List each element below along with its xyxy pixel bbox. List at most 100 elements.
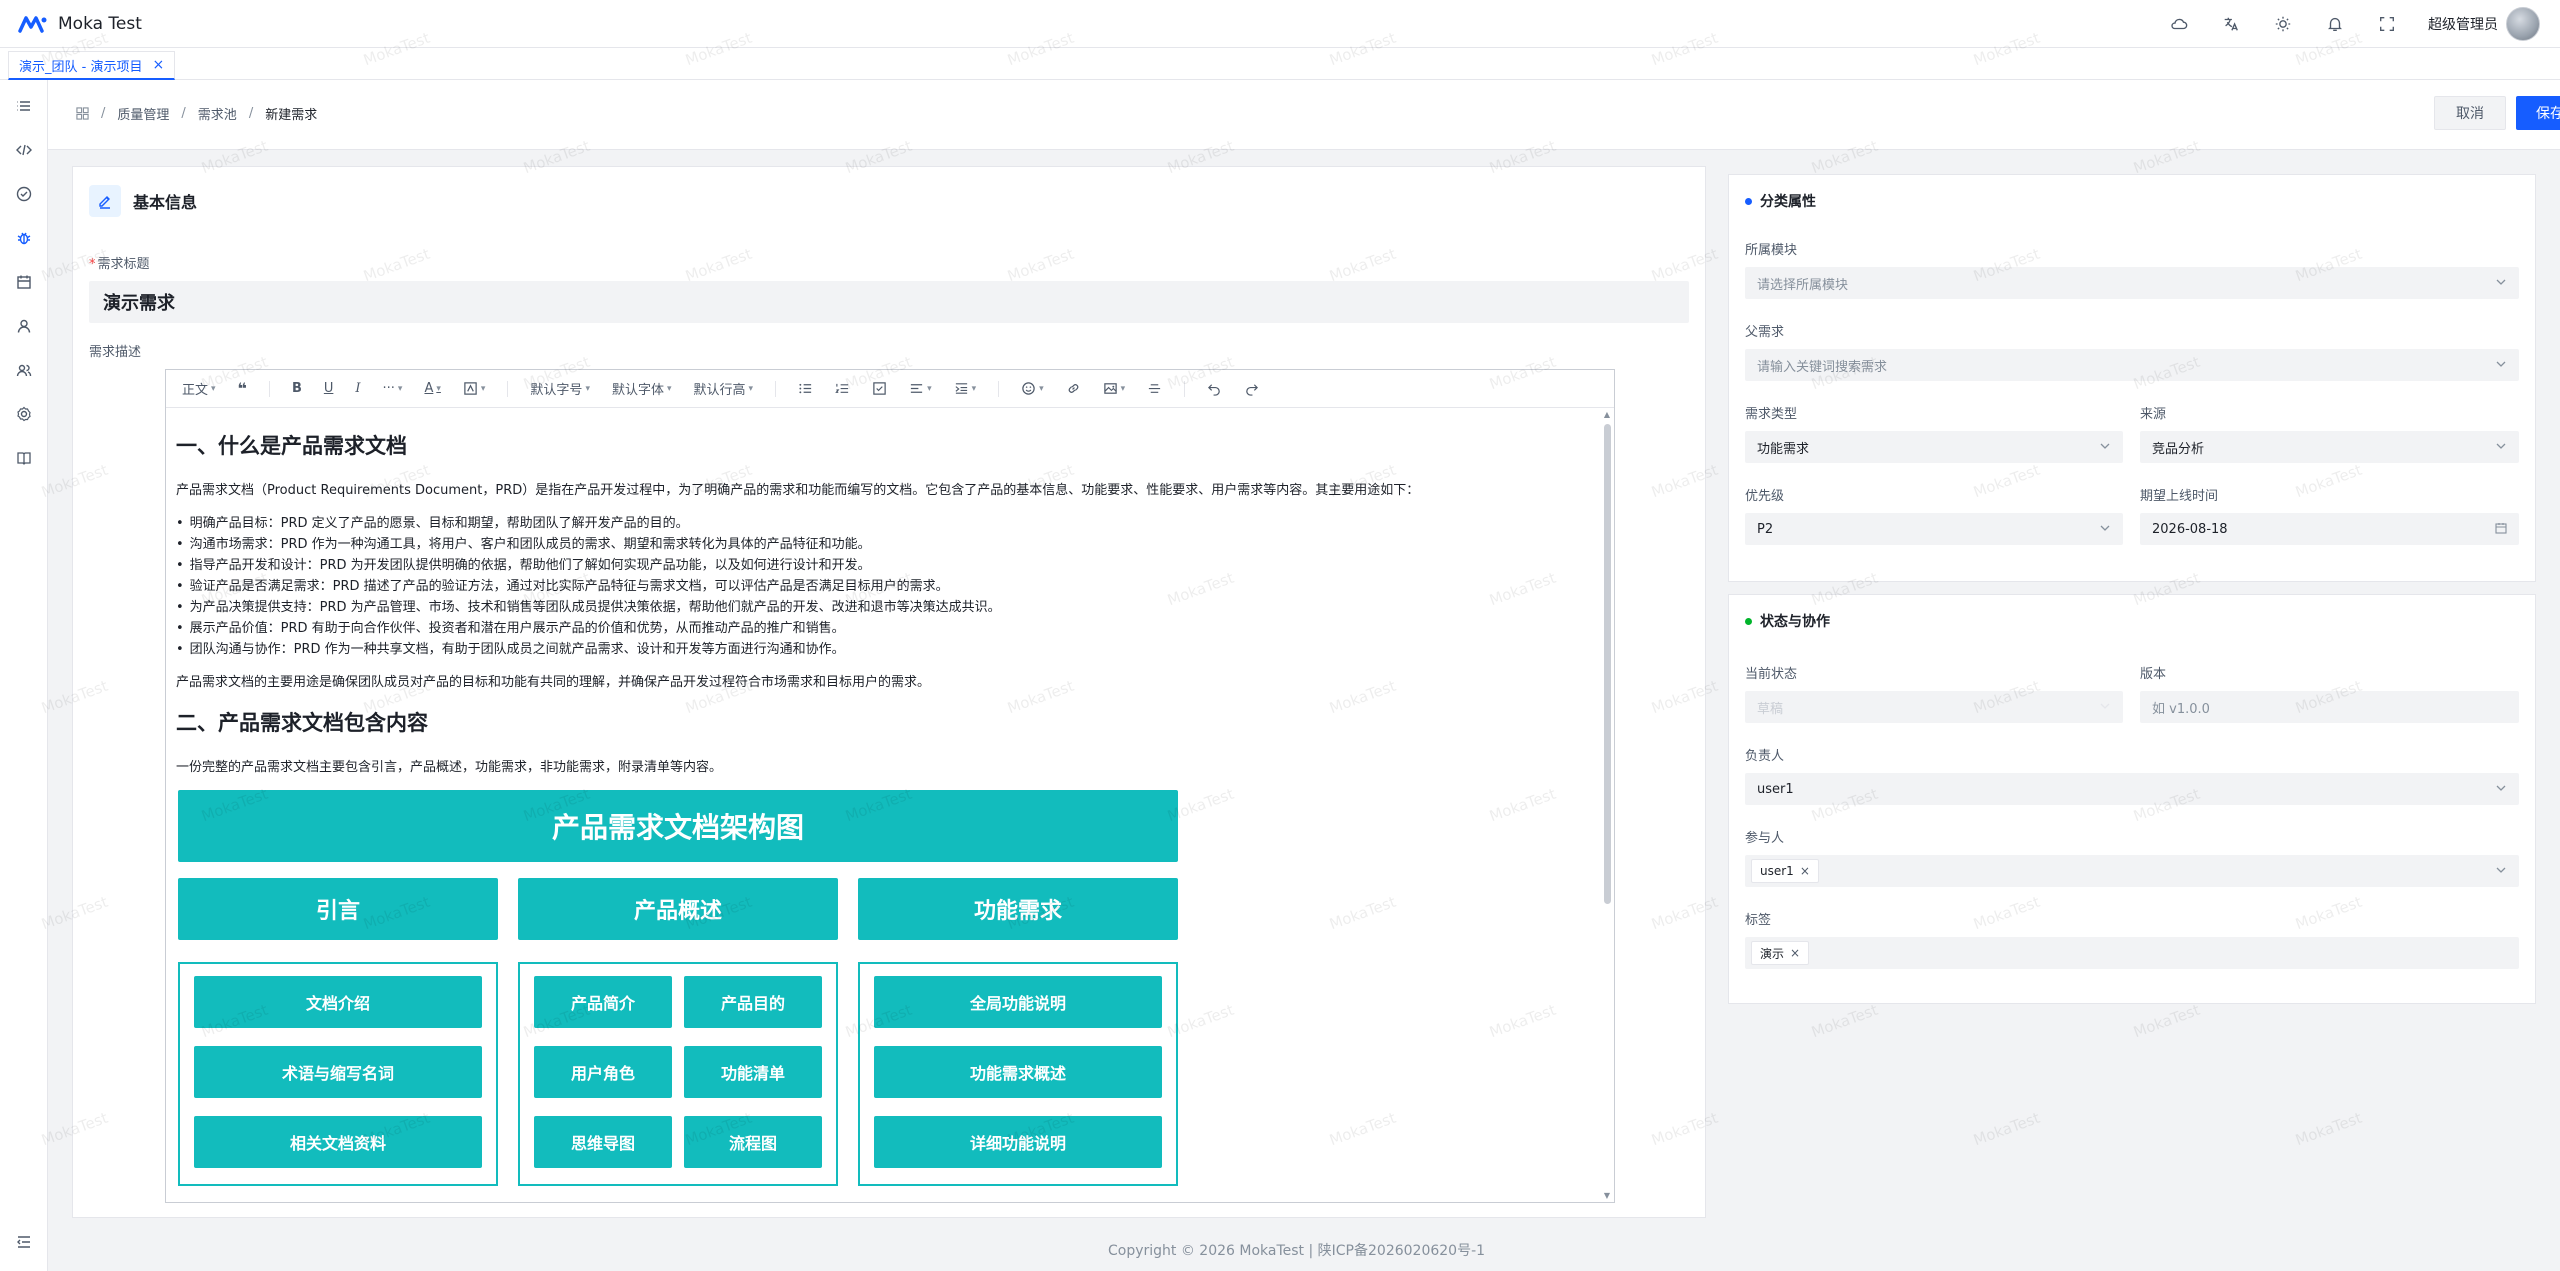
arch-category-intro: 引言 [178, 878, 498, 940]
underline-icon[interactable]: U [324, 381, 334, 396]
arch-item: 文档介绍 [194, 976, 482, 1028]
more-icon[interactable]: ··· ▾ [383, 381, 403, 396]
save-button[interactable]: 保存 [2516, 96, 2560, 130]
doc-heading-2: 二、产品需求文档包含内容 [176, 711, 428, 735]
indent-icon[interactable]: ▾ [954, 381, 976, 396]
image-icon[interactable]: ▾ [1103, 381, 1125, 396]
participants-select[interactable]: user1 × [1745, 855, 2519, 887]
arch-title: 产品需求文档架构图 [178, 790, 1178, 862]
arch-group-functions: 全局功能说明 功能需求概述 详细功能说明 [858, 962, 1178, 1186]
date-label: 期望上线时间 [2140, 489, 2219, 504]
collapse-menu-icon[interactable] [14, 1232, 34, 1252]
bold-icon[interactable]: B [292, 381, 302, 396]
divider-icon[interactable] [1147, 381, 1162, 396]
book-icon[interactable] [14, 448, 34, 468]
numbered-list-icon[interactable] [835, 381, 850, 396]
module-label: 所属模块 [1745, 243, 1798, 258]
architecture-diagram: 产品需求文档架构图 引言 产品概述 功能需求 文档介绍 术语与缩写名词 相关文档… [178, 790, 1182, 1194]
calendar-icon [2495, 522, 2507, 534]
paragraph-select[interactable]: 正文 ▾ [182, 379, 216, 398]
bell-icon[interactable] [2324, 13, 2346, 35]
source-select[interactable]: 竞品分析 [2140, 431, 2519, 463]
theme-sun-icon[interactable] [2272, 13, 2294, 35]
list-item: 沟通市场需求：PRD 作为一种沟通工具，将用户、客户和团队成员的需求、期望和需求… [176, 534, 1586, 555]
edit-icon [89, 185, 121, 217]
arch-category-functions: 功能需求 [858, 878, 1178, 940]
scroll-thumb[interactable] [1604, 424, 1611, 904]
breadcrumb: / 质量管理 / 需求池 / 新建需求 [76, 104, 317, 123]
check-circle-icon[interactable] [14, 184, 34, 204]
breadcrumb-item-pool[interactable]: 需求池 [198, 104, 237, 123]
app-logo[interactable]: Moka Test [18, 14, 142, 34]
close-icon[interactable]: × [1800, 864, 1810, 878]
source-label: 来源 [2140, 407, 2167, 422]
link-icon[interactable] [1066, 381, 1081, 396]
editor-content[interactable]: 一、什么是产品需求文档 产品需求文档（Product Requirements … [176, 408, 1586, 1202]
tab-demo-project[interactable]: 演示_团队 - 演示项目 × [8, 51, 176, 80]
user-icon[interactable] [14, 316, 34, 336]
version-input[interactable]: 如 v1.0.0 [2140, 691, 2519, 723]
scroll-up-icon[interactable]: ▲ [1602, 410, 1612, 419]
module-select[interactable]: 请选择所属模块 [1745, 267, 2519, 299]
bug-icon[interactable] [14, 228, 34, 248]
line-height-select[interactable]: 默认行高 ▾ [694, 379, 754, 398]
parent-search-select[interactable]: 请输入关键词搜索需求 [1745, 349, 2519, 381]
watermark-text: MokaTest [1971, 1108, 2043, 1150]
doc-paragraph: 一份完整的产品需求文档主要包含引言，产品概述，功能需求，非功能需求，附录清单等内… [176, 760, 723, 775]
tags-input[interactable]: 演示 × [1745, 937, 2519, 969]
list-item: 团队沟通与协作：PRD 作为一种共享文档，有助于团队成员之间就产品需求、设计和开… [176, 639, 1586, 660]
date-picker[interactable]: 2026-08-18 [2140, 513, 2519, 545]
avatar[interactable] [2506, 7, 2540, 41]
settings-icon[interactable] [14, 404, 34, 424]
req-title-label: * 需求标题 [89, 257, 150, 272]
chevron-down-icon [2495, 864, 2507, 876]
bullet-list-icon[interactable] [798, 381, 813, 396]
basic-info-panel: 基本信息 * 需求标题 演示需求 需求描述 正文 ▾ ❝ B U I ··· ▾ A ▾… [72, 166, 1706, 1218]
cancel-button[interactable]: 取消 [2434, 96, 2506, 130]
bg-color-icon[interactable]: ▾ [463, 381, 485, 396]
font-color-icon[interactable]: A ▾ [424, 381, 440, 396]
align-icon[interactable]: ▾ [909, 381, 932, 396]
todo-list-icon[interactable] [872, 381, 887, 396]
close-icon[interactable]: × [1790, 946, 1800, 960]
italic-icon[interactable]: I [355, 381, 360, 396]
arch-item: 相关文档资料 [194, 1116, 482, 1168]
fullscreen-icon[interactable] [2376, 13, 2398, 35]
translate-icon[interactable] [2220, 13, 2242, 35]
tags-label: 标签 [1745, 913, 1772, 928]
list-icon[interactable] [14, 96, 34, 116]
user-name[interactable]: 超级管理员 [2428, 14, 2498, 34]
font-family-select[interactable]: 默认字体 ▾ [612, 379, 672, 398]
undo-icon[interactable] [1207, 381, 1222, 396]
quote-icon[interactable]: ❝ [238, 379, 247, 398]
editor-scrollbar[interactable]: ▲ ▼ [1602, 410, 1612, 1200]
chevron-down-icon [2495, 358, 2507, 370]
type-select[interactable]: 功能需求 [1745, 431, 2123, 463]
close-icon[interactable]: × [152, 57, 164, 73]
chevron-down-icon [2099, 700, 2111, 712]
arch-item: 功能需求概述 [874, 1046, 1162, 1098]
breadcrumb-bar: / 质量管理 / 需求池 / 新建需求 取消 保存 [48, 80, 2560, 150]
arch-item: 用户角色 [534, 1046, 672, 1098]
cloud-icon[interactable] [2168, 13, 2190, 35]
calendar-icon[interactable] [14, 272, 34, 292]
app-title: Moka Test [58, 13, 142, 34]
breadcrumb-separator: / [101, 106, 106, 121]
req-title-input[interactable]: 演示需求 [89, 281, 1689, 323]
scroll-down-icon[interactable]: ▼ [1602, 1191, 1612, 1200]
section-title: 基本信息 [133, 193, 198, 212]
owner-select[interactable]: user1 [1745, 773, 2519, 805]
rich-text-editor[interactable]: 正文 ▾ ❝ B U I ··· ▾ A ▾ ▾ 默认字号 ▾ 默认字体 ▾ 默认行高 ▾ … [165, 369, 1615, 1203]
code-icon[interactable] [14, 140, 34, 160]
emoji-icon[interactable]: ▾ [1021, 381, 1044, 396]
priority-select[interactable]: P2 [1745, 513, 2123, 545]
font-size-select[interactable]: 默认字号 ▾ [530, 379, 590, 398]
watermark-text: MokaTest [1809, 1000, 1881, 1042]
breadcrumb-item-quality[interactable]: 质量管理 [117, 104, 169, 123]
list-item: 展示产品价值：PRD 有助于向合作伙伴、投资者和潜在用户展示产品的价值和优势，从… [176, 618, 1586, 639]
grid-icon[interactable] [76, 107, 89, 120]
redo-icon[interactable] [1244, 381, 1259, 396]
arch-item: 流程图 [684, 1116, 822, 1168]
users-icon[interactable] [14, 360, 34, 380]
arch-item: 全局功能说明 [874, 976, 1162, 1028]
